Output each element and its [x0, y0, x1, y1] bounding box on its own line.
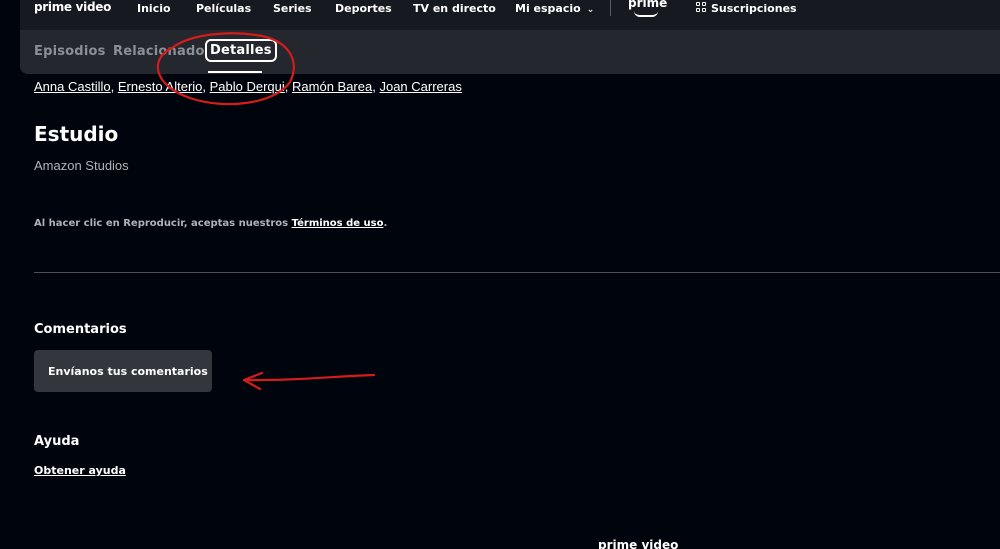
cast-link[interactable]: Pablo Derqui: [210, 79, 285, 94]
tab-detalles[interactable]: Detalles: [205, 39, 277, 62]
cast-link[interactable]: Ramón Barea: [292, 79, 372, 94]
prime-logo[interactable]: prime: [628, 0, 667, 10]
feedback-heading: Comentarios: [34, 322, 127, 337]
grid-icon: [696, 2, 707, 13]
studio-heading: Estudio: [34, 122, 119, 146]
terms-notice: Al hacer clic en Reproducir, aceptas nue…: [34, 218, 387, 229]
cast-link[interactable]: Ernesto Alterio: [118, 79, 203, 94]
tab-episodios[interactable]: Episodios: [34, 44, 106, 59]
nav-inicio[interactable]: Inicio: [137, 2, 171, 15]
nav-peliculas[interactable]: Películas: [196, 2, 251, 15]
cast-link[interactable]: Anna Castillo: [34, 79, 111, 94]
chevron-down-icon: ⌄: [586, 5, 595, 15]
tab-relacionado[interactable]: Relacionado: [113, 44, 205, 59]
terms-prefix: Al hacer clic en Reproducir, aceptas nue…: [34, 218, 292, 229]
prime-video-logo[interactable]: prime video: [34, 0, 111, 14]
nav-deportes[interactable]: Deportes: [335, 2, 392, 15]
detail-tabs-bar: Episodios Relacionado Detalles: [20, 30, 1000, 74]
nav-divider: [610, 0, 611, 16]
nav-mi-espacio-label: Mi espacio: [515, 2, 581, 15]
footer-prime-video-logo: prime video: [598, 538, 679, 549]
smile-icon: [634, 11, 658, 17]
cast-list: Anna Castillo, Ernesto Alterio, Pablo De…: [34, 79, 462, 94]
nav-suscripciones[interactable]: Suscripciones: [711, 2, 797, 15]
active-tab-indicator: [208, 71, 262, 73]
studio-name: Amazon Studios: [34, 158, 129, 173]
nav-mi-espacio[interactable]: Mi espacio ⌄: [515, 2, 594, 15]
terms-link[interactable]: Términos de uso: [292, 218, 384, 229]
arrow-annotation: [242, 371, 376, 391]
nav-tv-en-directo[interactable]: TV en directo: [413, 2, 496, 15]
get-help-link[interactable]: Obtener ayuda: [34, 464, 126, 477]
section-divider: [34, 272, 1000, 273]
send-feedback-button[interactable]: Envíanos tus comentarios: [34, 350, 212, 392]
help-heading: Ayuda: [34, 434, 80, 449]
nav-series[interactable]: Series: [273, 2, 312, 15]
cast-link[interactable]: Joan Carreras: [379, 79, 461, 94]
terms-suffix: .: [383, 218, 388, 229]
